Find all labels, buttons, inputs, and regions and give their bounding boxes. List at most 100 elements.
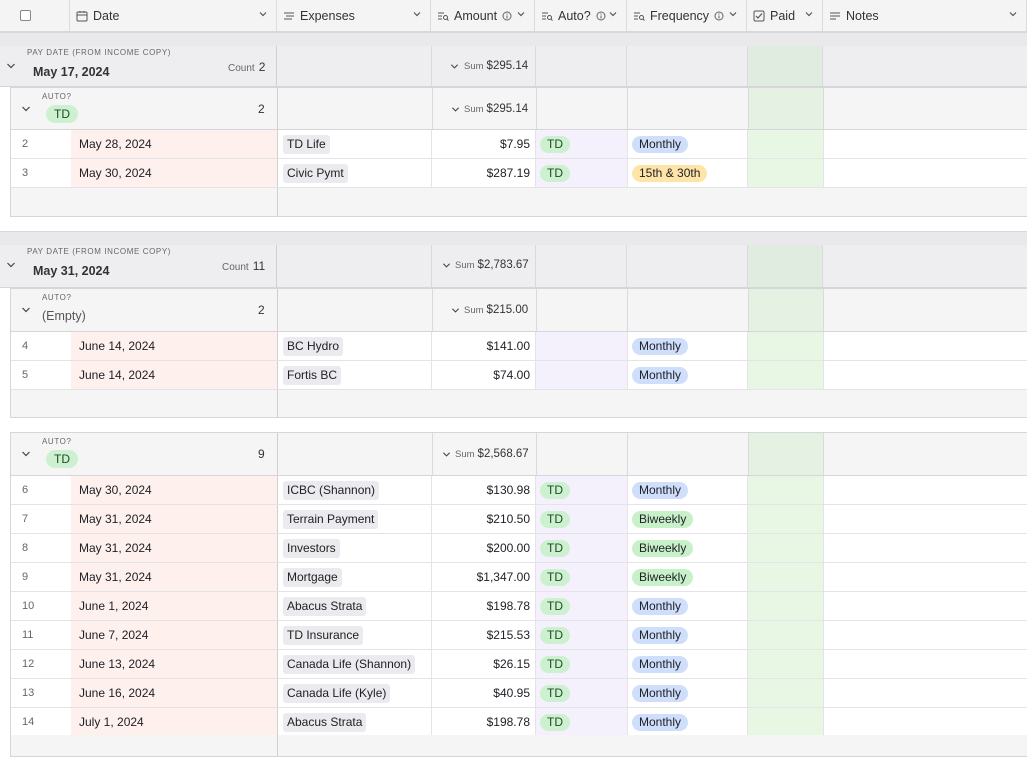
paid-cell[interactable] — [748, 621, 824, 649]
chevron-down-icon[interactable] — [258, 9, 268, 19]
auto-cell[interactable]: TD — [536, 563, 628, 591]
auto-cell[interactable]: TD — [536, 621, 628, 649]
amount-cell[interactable]: $74.00 — [432, 361, 536, 389]
notes-cell[interactable] — [824, 621, 1027, 649]
paid-cell[interactable] — [748, 159, 824, 187]
expense-cell[interactable]: Investors — [278, 534, 432, 562]
notes-cell[interactable] — [824, 679, 1027, 707]
column-header-auto[interactable]: Auto? — [535, 0, 627, 31]
frequency-cell[interactable]: Monthly — [628, 650, 748, 678]
table-row[interactable]: 14 July 1, 2024 Abacus Strata $198.78 TD Mont… — [10, 708, 1027, 737]
table-row[interactable]: 11 June 7, 2024 TD Insurance $215.53 TD Month… — [10, 621, 1027, 650]
table-row[interactable]: 13 June 16, 2024 Canada Life (Kyle) $40.95 T… — [10, 679, 1027, 708]
date-cell[interactable]: July 1, 2024 — [71, 708, 278, 736]
table-row[interactable]: 7 May 31, 2024 Terrain Payment $210.50 TD Biw… — [10, 505, 1027, 534]
auto-cell[interactable]: TD — [536, 592, 628, 620]
info-icon[interactable] — [502, 11, 512, 21]
auto-cell[interactable] — [536, 361, 628, 389]
chevron-down-icon[interactable] — [21, 104, 31, 114]
paid-cell[interactable] — [748, 679, 824, 707]
frequency-cell[interactable]: Biweekly — [628, 505, 748, 533]
date-cell[interactable]: May 28, 2024 — [71, 130, 278, 158]
chevron-down-icon[interactable] — [6, 260, 16, 270]
subgroup-footer[interactable] — [10, 188, 1027, 217]
date-cell[interactable]: June 16, 2024 — [71, 679, 278, 707]
date-cell[interactable]: June 13, 2024 — [71, 650, 278, 678]
chevron-down-icon[interactable] — [1008, 9, 1018, 19]
amount-cell[interactable]: $215.53 — [432, 621, 536, 649]
expense-cell[interactable]: Abacus Strata — [278, 592, 432, 620]
auto-cell[interactable]: TD — [536, 159, 628, 187]
expense-cell[interactable]: Terrain Payment — [278, 505, 432, 533]
frequency-cell[interactable]: Monthly — [628, 592, 748, 620]
info-icon[interactable] — [714, 11, 724, 21]
column-header-notes[interactable]: Notes — [823, 0, 1027, 31]
expense-cell[interactable]: TD Insurance — [278, 621, 432, 649]
date-cell[interactable]: May 30, 2024 — [71, 159, 278, 187]
auto-cell[interactable]: TD — [536, 708, 628, 736]
frequency-cell[interactable]: Monthly — [628, 130, 748, 158]
paid-cell[interactable] — [748, 592, 824, 620]
paid-cell[interactable] — [748, 505, 824, 533]
date-cell[interactable]: June 14, 2024 — [71, 361, 278, 389]
column-header-paid[interactable]: Paid — [747, 0, 823, 31]
column-header-expenses[interactable]: Expenses — [277, 0, 431, 31]
amount-cell[interactable]: $141.00 — [432, 332, 536, 360]
subgroup-header[interactable]: AUTO? (Empty) 2 Sum $215.00 — [10, 288, 1027, 332]
expense-cell[interactable]: BC Hydro — [278, 332, 432, 360]
chevron-down-icon[interactable] — [21, 449, 31, 459]
paid-cell[interactable] — [748, 130, 824, 158]
date-cell[interactable]: May 31, 2024 — [71, 505, 278, 533]
paid-cell[interactable] — [748, 534, 824, 562]
amount-cell[interactable]: $1,347.00 — [432, 563, 536, 591]
expense-cell[interactable]: Canada Life (Shannon) — [278, 650, 432, 678]
amount-cell[interactable]: $287.19 — [432, 159, 536, 187]
date-cell[interactable]: May 30, 2024 — [71, 476, 278, 504]
amount-cell[interactable]: $198.78 — [432, 708, 536, 736]
expense-cell[interactable]: Mortgage — [278, 563, 432, 591]
subgroup-footer[interactable] — [10, 390, 1027, 418]
paid-cell[interactable] — [748, 476, 824, 504]
amount-cell[interactable]: $40.95 — [432, 679, 536, 707]
auto-cell[interactable]: TD — [536, 650, 628, 678]
frequency-cell[interactable]: 15th & 30th — [628, 159, 748, 187]
date-cell[interactable]: May 31, 2024 — [71, 563, 278, 591]
table-row[interactable]: 6 May 30, 2024 ICBC (Shannon) $130.98 TD Mont… — [10, 476, 1027, 505]
table-row[interactable]: 10 June 1, 2024 Abacus Strata $198.78 TD Mont… — [10, 592, 1027, 621]
table-row[interactable]: 9 May 31, 2024 Mortgage $1,347.00 TD Biweekly — [10, 563, 1027, 592]
notes-cell[interactable] — [824, 476, 1027, 504]
paid-cell[interactable] — [748, 361, 824, 389]
frequency-cell[interactable]: Biweekly — [628, 534, 748, 562]
notes-cell[interactable] — [824, 361, 1027, 389]
expense-cell[interactable]: TD Life — [278, 130, 432, 158]
expense-cell[interactable]: Abacus Strata — [278, 708, 432, 736]
group-header[interactable]: PAY DATE (FROM INCOME COPY) May 17, 2024 C… — [0, 46, 1027, 87]
auto-cell[interactable]: TD — [536, 505, 628, 533]
frequency-cell[interactable]: Biweekly — [628, 563, 748, 591]
notes-cell[interactable] — [824, 130, 1027, 158]
table-row[interactable]: 5 June 14, 2024 Fortis BC $74.00 Monthly — [10, 361, 1027, 390]
frequency-cell[interactable]: Monthly — [628, 621, 748, 649]
subgroup-header[interactable]: AUTO? TD 9 Sum $2,568.67 — [10, 432, 1027, 476]
notes-cell[interactable] — [824, 650, 1027, 678]
amount-cell[interactable]: $200.00 — [432, 534, 536, 562]
amount-cell[interactable]: $210.50 — [432, 505, 536, 533]
table-row[interactable]: 4 June 14, 2024 BC Hydro $141.00 Monthly — [10, 332, 1027, 361]
date-cell[interactable]: May 31, 2024 — [71, 534, 278, 562]
notes-cell[interactable] — [824, 505, 1027, 533]
amount-cell[interactable]: $7.95 — [432, 130, 536, 158]
column-header-date[interactable]: Date — [70, 0, 277, 31]
frequency-cell[interactable]: Monthly — [628, 332, 748, 360]
amount-cell[interactable]: $130.98 — [432, 476, 536, 504]
amount-cell[interactable]: $198.78 — [432, 592, 536, 620]
chevron-down-icon[interactable] — [412, 9, 422, 19]
group-header[interactable]: PAY DATE (FROM INCOME COPY) May 31, 2024 C… — [0, 245, 1027, 288]
frequency-cell[interactable]: Monthly — [628, 361, 748, 389]
date-cell[interactable]: June 14, 2024 — [71, 332, 278, 360]
frequency-cell[interactable]: Monthly — [628, 708, 748, 736]
auto-cell[interactable]: TD — [536, 130, 628, 158]
chevron-down-icon[interactable] — [21, 305, 31, 315]
expense-cell[interactable]: Civic Pymt — [278, 159, 432, 187]
frequency-cell[interactable]: Monthly — [628, 679, 748, 707]
date-cell[interactable]: June 7, 2024 — [71, 621, 278, 649]
